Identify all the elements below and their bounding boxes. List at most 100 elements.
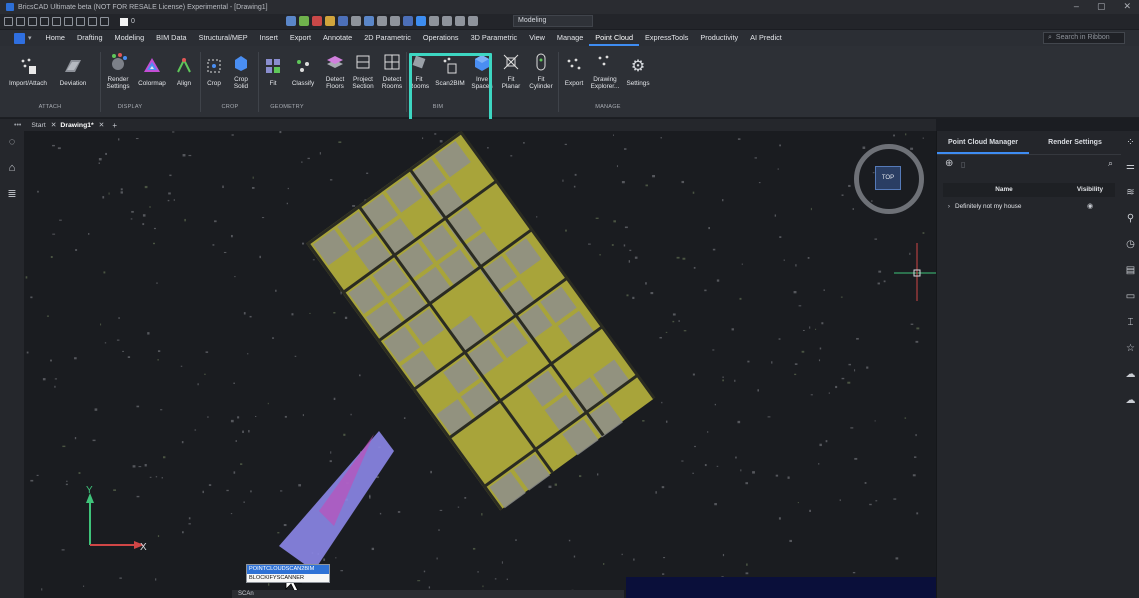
open-icon[interactable]	[16, 17, 25, 26]
ortho-icon[interactable]	[299, 16, 309, 26]
export-button[interactable]: Export	[561, 56, 587, 87]
layers-icon[interactable]	[429, 16, 439, 26]
invert-spaces-button[interactable]: Inve Spaces	[470, 52, 494, 90]
tab-manage[interactable]: Manage	[551, 30, 589, 46]
close-icon[interactable]: ✕	[51, 121, 57, 129]
import-attach-button[interactable]: Import/Attach	[4, 56, 52, 87]
viewcube[interactable]: TOP	[854, 144, 924, 214]
chevron-right-icon[interactable]: ›	[943, 201, 955, 213]
lweight-icon[interactable]	[351, 16, 361, 26]
tab-expresstools[interactable]: ExpressTools	[639, 30, 694, 46]
align-button[interactable]: Align	[171, 56, 197, 87]
tab-bim-data[interactable]: BIM Data	[150, 30, 192, 46]
settings-small-icon[interactable]	[442, 16, 452, 26]
tab-modeling[interactable]: Modeling	[109, 30, 151, 46]
tab-structural-mep[interactable]: Structural/MEP	[193, 30, 254, 46]
redo-icon[interactable]	[100, 17, 109, 26]
bim-icon[interactable]	[403, 16, 413, 26]
table-row[interactable]: › Definitely not my house ◉	[943, 201, 1115, 213]
lightbulb-icon[interactable]: ⚲	[1125, 213, 1136, 224]
layers-icon[interactable]: ≋	[1125, 187, 1136, 198]
deviation-button[interactable]: Deviation	[54, 56, 92, 87]
ribbon-search-input[interactable]: ⌕ Search in Ribbon	[1043, 32, 1125, 44]
structure-icon[interactable]: ▭	[1125, 291, 1136, 302]
sliders-icon[interactable]: ⚌	[1125, 161, 1136, 172]
cube-icon[interactable]	[364, 16, 374, 26]
more-tabs-button[interactable]: •••	[14, 122, 21, 129]
close-window-button[interactable]: ✕	[1123, 1, 1131, 12]
tab-operations[interactable]: Operations	[417, 30, 465, 46]
application-menu-button[interactable]	[14, 32, 25, 44]
tab-annotate[interactable]: Annotate	[317, 30, 358, 46]
close-icon[interactable]: ✕	[99, 121, 105, 129]
command-line-input[interactable]: SCAn	[232, 590, 624, 598]
box-icon[interactable]	[377, 16, 387, 26]
workspace-dropdown[interactable]: Modeling	[513, 15, 593, 27]
plot-preview-icon[interactable]	[64, 17, 73, 26]
cloud-search-icon[interactable]: ☁	[1125, 395, 1136, 406]
tab-home[interactable]: Home	[40, 30, 71, 46]
render-settings-button[interactable]: Render Settings	[103, 52, 133, 90]
save-as-icon[interactable]	[40, 17, 49, 26]
tab-view[interactable]: View	[523, 30, 551, 46]
layout-icon[interactable]	[416, 16, 426, 26]
search-icon[interactable]: ⌕	[1108, 158, 1113, 169]
fit-planar-button[interactable]: Fit Planar	[499, 52, 523, 90]
snap-icon[interactable]	[286, 16, 296, 26]
add-icon[interactable]: ⊕	[945, 158, 953, 169]
clock-icon[interactable]: ◷	[1125, 239, 1136, 250]
home-icon[interactable]: ⌂	[5, 161, 19, 175]
tab-productivity[interactable]: Productivity	[694, 30, 744, 46]
eye-icon[interactable]: ◉	[1065, 201, 1115, 213]
crop-button[interactable]: Crop	[203, 56, 225, 87]
model-viewport[interactable]: YX TOP POINTCLOUDSCAN2BIM BLOCKIFYSCANNE…	[24, 131, 936, 598]
undo-icon[interactable]	[88, 17, 97, 26]
polar-icon[interactable]	[312, 16, 322, 26]
new-icon[interactable]	[4, 17, 13, 26]
point-cloud-icon[interactable]: ⁘	[1125, 137, 1136, 148]
autocomplete-option[interactable]: POINTCLOUDSCAN2BIM	[247, 565, 329, 574]
autocomplete-option[interactable]: BLOCKIFYSCANNER	[247, 574, 329, 583]
tab-point-cloud-manager[interactable]: Point Cloud Manager	[937, 131, 1029, 154]
osnap-icon[interactable]	[325, 16, 335, 26]
detect-floors-button[interactable]: Detect Floors	[322, 52, 348, 90]
crop-solid-button[interactable]: Crop Solid	[229, 52, 253, 90]
tab-drawing1[interactable]: Drawing1* ✕	[60, 121, 105, 130]
project-section-button[interactable]: Project Section	[348, 52, 378, 90]
classify-button[interactable]: Classify	[286, 56, 320, 87]
tab-start[interactable]: Start ✕	[31, 121, 57, 130]
fit-cylinder-button[interactable]: Fit Cylinder	[526, 52, 556, 90]
layer-selector[interactable]: 0	[120, 17, 135, 26]
beam-icon[interactable]: ⌶	[1125, 317, 1136, 328]
otrack-icon[interactable]	[338, 16, 348, 26]
tab-ai-predict[interactable]: AI Predict	[744, 30, 788, 46]
tab-2d-parametric[interactable]: 2D Parametric	[358, 30, 417, 46]
save-icon[interactable]	[28, 17, 37, 26]
publish-icon[interactable]	[76, 17, 85, 26]
tab-point-cloud[interactable]: Point Cloud	[589, 30, 640, 46]
fit-button[interactable]: Fit	[262, 56, 284, 87]
settings-button[interactable]: ⚙ Settings	[623, 56, 653, 87]
properties-icon[interactable]	[455, 16, 465, 26]
colormap-button[interactable]: Colormap	[134, 56, 170, 87]
detect-rooms-button[interactable]: Detect Rooms	[378, 52, 406, 90]
lightbulb-icon[interactable]: ◌	[5, 135, 19, 149]
print-icon[interactable]	[52, 17, 61, 26]
tab-3d-parametric[interactable]: 3D Parametric	[465, 30, 524, 46]
library-icon[interactable]: ▤	[1125, 265, 1136, 276]
fit-rooms-button[interactable]: Fit Rooms	[408, 52, 430, 90]
cloud-icon[interactable]: ☁	[1125, 369, 1136, 380]
scan2bim-button[interactable]: Scan2BIM	[432, 56, 468, 87]
chevron-down-icon[interactable]: ▾	[28, 34, 32, 42]
star-icon[interactable]: ☆	[1125, 343, 1136, 354]
minimize-button[interactable]: –	[1074, 1, 1079, 12]
tab-render-settings[interactable]: Render Settings	[1029, 131, 1121, 154]
sphere-icon[interactable]	[390, 16, 400, 26]
drawing-explorer-button[interactable]: Drawing Explorer...	[588, 52, 622, 90]
structure-tree-icon[interactable]: ≣	[5, 187, 19, 201]
viewcube-top-face[interactable]: TOP	[875, 166, 901, 190]
delete-icon[interactable]: ▯	[961, 160, 965, 169]
tab-insert[interactable]: Insert	[254, 30, 284, 46]
new-tab-button[interactable]: +	[112, 121, 117, 130]
tab-drafting[interactable]: Drafting	[71, 30, 109, 46]
